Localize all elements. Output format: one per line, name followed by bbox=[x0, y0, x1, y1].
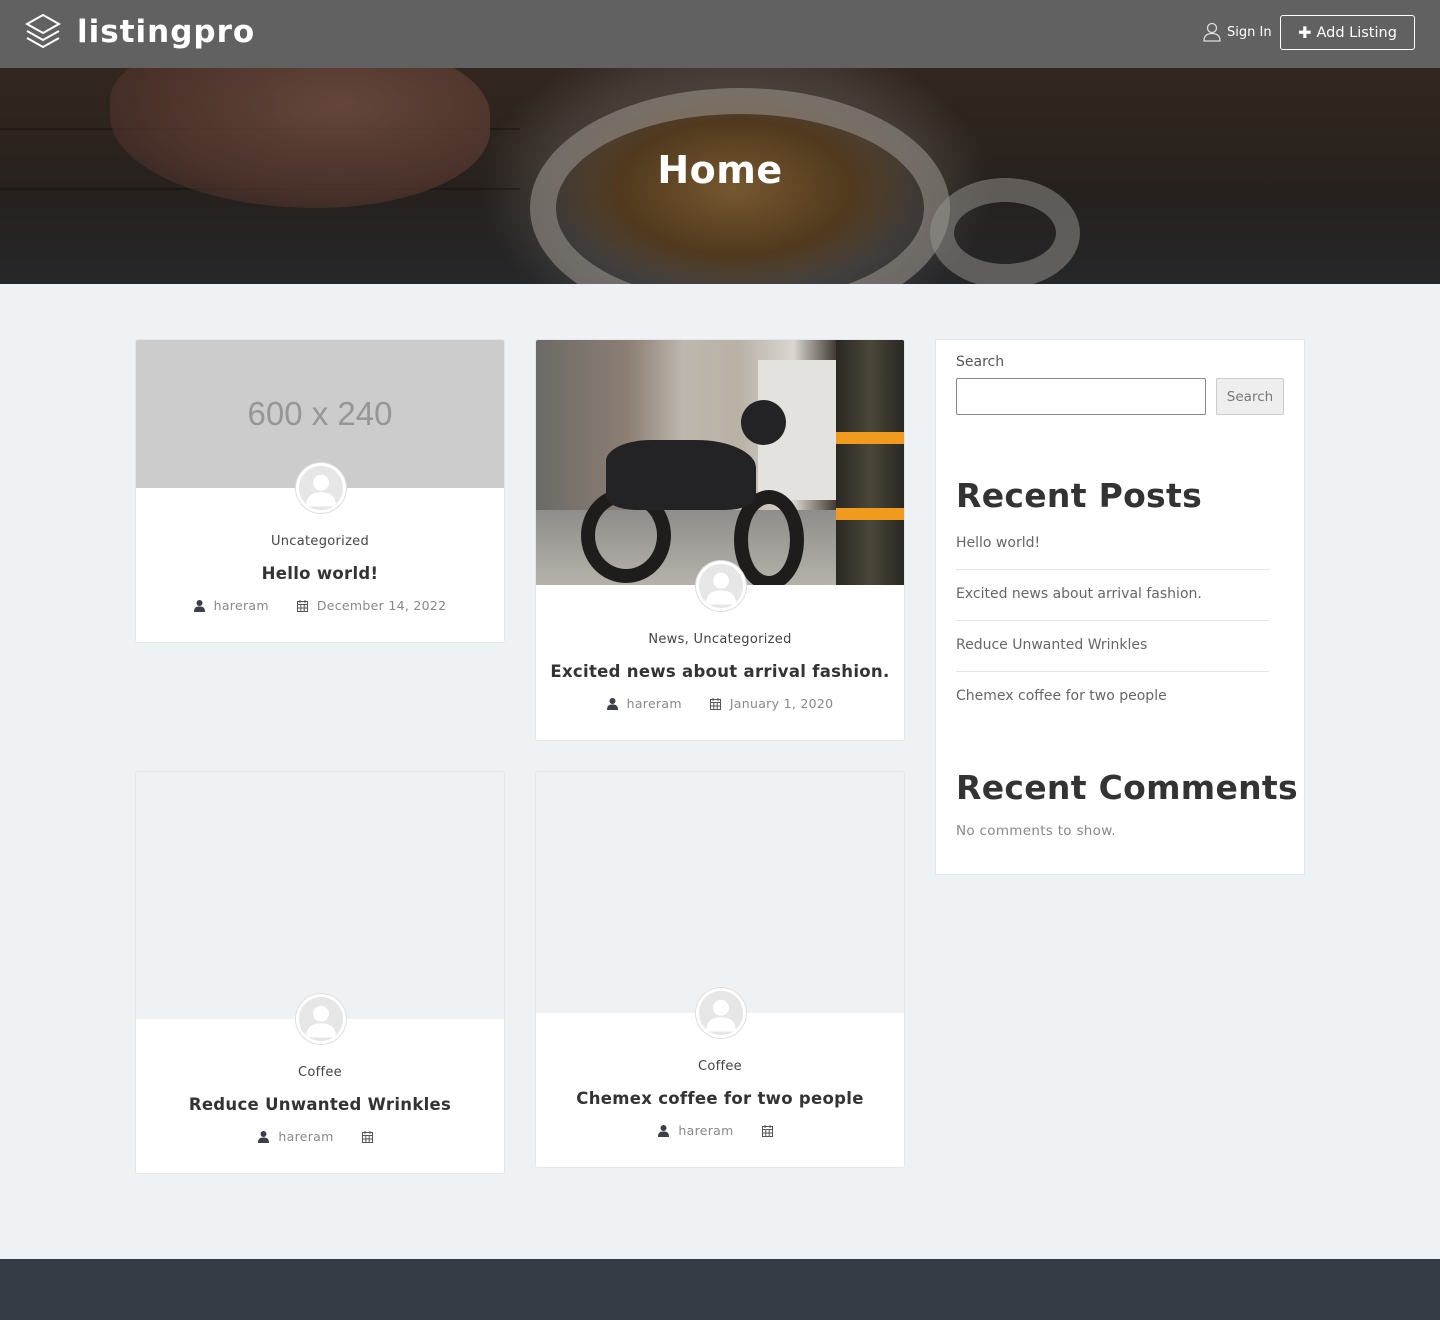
post-meta: hareram bbox=[536, 1123, 904, 1138]
search-input[interactable] bbox=[956, 378, 1206, 415]
plus-icon: ✚ bbox=[1298, 23, 1312, 42]
add-listing-label: Add Listing bbox=[1316, 24, 1397, 41]
author-avatar bbox=[296, 994, 346, 1044]
post-thumbnail-empty[interactable] bbox=[536, 772, 904, 1013]
post-category[interactable]: News, Uncategorized bbox=[536, 632, 904, 647]
default-avatar-icon bbox=[699, 564, 743, 608]
author-avatar bbox=[296, 463, 346, 513]
default-avatar-icon bbox=[699, 991, 743, 1035]
user-icon bbox=[193, 599, 205, 612]
post-date: December 14, 2022 bbox=[296, 598, 447, 613]
post-category[interactable]: Coffee bbox=[136, 1065, 504, 1080]
recent-post-link[interactable]: Excited news about arrival fashion. bbox=[956, 586, 1269, 602]
site-logo[interactable]: listingpro bbox=[24, 12, 255, 52]
user-icon bbox=[658, 1124, 670, 1137]
post-thumbnail-empty[interactable] bbox=[136, 772, 504, 1019]
post-author[interactable]: hareram bbox=[258, 1129, 333, 1144]
post-card: Coffee Reduce Unwanted Wrinkles hareram bbox=[135, 771, 505, 1174]
post-card: Coffee Chemex coffee for two people hare… bbox=[535, 771, 905, 1168]
search-label: Search bbox=[956, 354, 1005, 370]
sign-in-label: Sign In bbox=[1227, 24, 1272, 40]
post-title[interactable]: Reduce Unwanted Wrinkles bbox=[136, 1095, 504, 1114]
post-category[interactable]: Coffee bbox=[536, 1059, 904, 1074]
post-meta: hareram December 14, 2022 bbox=[136, 598, 504, 613]
post-meta: hareram January 1, 2020 bbox=[536, 696, 904, 711]
placeholder-size-text: 600 x 240 bbox=[247, 395, 393, 432]
user-icon bbox=[258, 1130, 270, 1143]
author-name: hareram bbox=[213, 598, 269, 613]
site-footer bbox=[0, 1259, 1440, 1320]
search-button[interactable]: Search bbox=[1216, 378, 1284, 415]
post-date: January 1, 2020 bbox=[709, 696, 834, 711]
recent-comments-heading: Recent Comments bbox=[956, 768, 1298, 807]
default-avatar-icon bbox=[299, 466, 343, 510]
post-thumbnail-motorcycle-image[interactable] bbox=[536, 340, 904, 585]
post-author[interactable]: hareram bbox=[658, 1123, 733, 1138]
post-meta: hareram bbox=[136, 1129, 504, 1144]
author-name: hareram bbox=[278, 1129, 334, 1144]
image-pole bbox=[836, 340, 904, 585]
post-card: 600 x 240 Uncategorized Hello world! har… bbox=[135, 339, 505, 643]
default-avatar-icon bbox=[299, 997, 343, 1041]
post-card: News, Uncategorized Excited news about a… bbox=[535, 339, 905, 741]
recent-post-link[interactable]: Reduce Unwanted Wrinkles bbox=[956, 637, 1269, 653]
image-pole-band bbox=[836, 432, 904, 444]
recent-post-link[interactable]: Hello world! bbox=[956, 535, 1269, 551]
image-pole-band bbox=[836, 508, 904, 520]
sidebar: Search Search Recent Posts Hello world! … bbox=[935, 339, 1305, 875]
post-date bbox=[761, 1124, 782, 1137]
post-author[interactable]: hareram bbox=[606, 696, 682, 711]
post-title[interactable]: Excited news about arrival fashion. bbox=[536, 662, 904, 681]
post-category[interactable]: Uncategorized bbox=[136, 534, 504, 549]
recent-post-link[interactable]: Chemex coffee for two people bbox=[956, 688, 1269, 704]
divider bbox=[956, 620, 1269, 621]
image-headlight bbox=[741, 400, 786, 445]
image-moto-body bbox=[606, 440, 756, 510]
sign-in-link[interactable]: Sign In bbox=[1203, 22, 1272, 42]
site-header: listingpro Sign In ✚ Add Listing bbox=[0, 0, 1440, 68]
author-avatar bbox=[696, 561, 746, 611]
recent-posts-heading: Recent Posts bbox=[956, 476, 1203, 515]
post-date bbox=[361, 1130, 382, 1143]
user-icon bbox=[1203, 22, 1221, 42]
divider bbox=[956, 569, 1269, 570]
divider bbox=[956, 671, 1269, 672]
date-text: January 1, 2020 bbox=[729, 696, 834, 711]
hero-banner: Home bbox=[0, 68, 1440, 284]
brand-name: listingpro bbox=[77, 14, 256, 50]
post-title[interactable]: Chemex coffee for two people bbox=[536, 1089, 904, 1108]
post-title[interactable]: Hello world! bbox=[136, 564, 504, 583]
layers-logo-icon bbox=[24, 13, 62, 49]
no-comments-text: No comments to show. bbox=[956, 823, 1116, 839]
page-title: Home bbox=[657, 148, 783, 192]
post-author[interactable]: hareram bbox=[193, 598, 269, 613]
calendar-icon bbox=[296, 599, 308, 612]
user-icon bbox=[606, 697, 618, 710]
author-name: hareram bbox=[678, 1123, 734, 1138]
calendar-icon bbox=[709, 697, 721, 710]
calendar-icon bbox=[361, 1130, 373, 1143]
author-name: hareram bbox=[626, 696, 682, 711]
date-text: December 14, 2022 bbox=[316, 598, 447, 613]
author-avatar bbox=[696, 988, 746, 1038]
add-listing-button[interactable]: ✚ Add Listing bbox=[1280, 15, 1415, 50]
calendar-icon bbox=[761, 1124, 773, 1137]
